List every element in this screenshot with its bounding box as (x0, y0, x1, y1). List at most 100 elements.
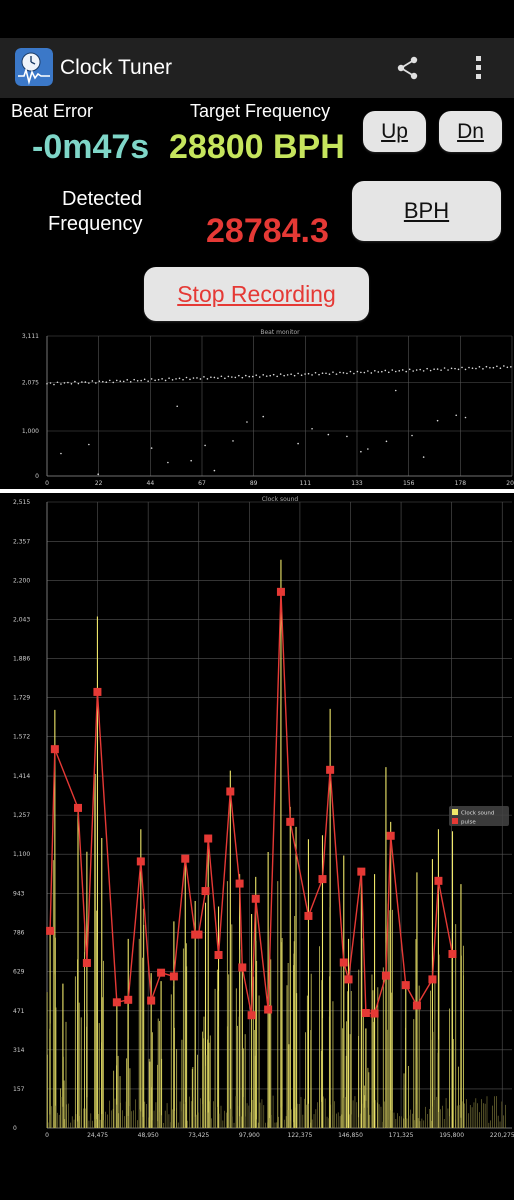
pulse-point (157, 968, 166, 977)
beat-monitor-chart: Beat monitor 0 1,000 2,075 3,111 0 22 44 67 89 1… (22, 329, 514, 487)
beat-point (492, 366, 495, 369)
beat-point (468, 366, 470, 369)
beat-point (447, 369, 449, 371)
y-tick-label: 1,257 (13, 812, 30, 819)
x-tick-label: 195,800 (439, 1132, 464, 1139)
detected-label-line2: Frequency (48, 213, 143, 235)
beat-point (74, 380, 76, 383)
beat-point (133, 378, 135, 381)
beat-point (157, 378, 160, 381)
beat-point (411, 434, 413, 437)
beat-point (367, 448, 369, 450)
beat-point (67, 381, 69, 384)
y-tick-label: 2,357 (13, 538, 30, 545)
pulse-point (50, 745, 59, 754)
beat-point (269, 374, 272, 377)
x-tick-label: 73,425 (188, 1132, 209, 1139)
beat-point (394, 370, 397, 373)
beat-point (262, 374, 265, 376)
beat-point (339, 371, 341, 374)
beat-point (422, 456, 425, 458)
beat-point (224, 377, 226, 380)
beat-point (496, 365, 498, 368)
y-tick-label: 1,729 (13, 695, 30, 702)
x-tick-label: 171,325 (389, 1132, 414, 1139)
beat-point (81, 381, 83, 383)
pulse-point (214, 951, 223, 960)
dn-button[interactable]: Dn (439, 111, 502, 152)
beat-point (60, 383, 62, 385)
legend-swatch-clock-sound (452, 809, 458, 815)
beat-point (213, 376, 216, 379)
y-tick-label: 1,100 (13, 851, 30, 858)
beat-point (286, 374, 289, 376)
beat-point (356, 370, 359, 373)
beat-point (279, 373, 282, 375)
y-tick-label: 2,200 (13, 577, 30, 584)
pulse-point (124, 995, 133, 1004)
y-tick-label: 314 (13, 1047, 25, 1054)
pulse-point (93, 687, 102, 696)
bph-button[interactable]: BPH (352, 181, 501, 241)
beat-point (115, 379, 118, 382)
pulse-point (251, 894, 260, 903)
beat-point (454, 367, 456, 370)
beat-point (363, 371, 366, 374)
beat-point (471, 367, 474, 369)
share-icon[interactable] (395, 55, 421, 81)
beat-point (258, 376, 261, 378)
beat-point (391, 369, 394, 371)
pulse-point (276, 587, 285, 596)
pulse-point (304, 911, 313, 920)
beat-point (95, 382, 97, 384)
pulse-point (46, 926, 55, 935)
beat-point (482, 368, 484, 370)
pulse-point (169, 972, 178, 981)
x-tick-label: 89 (250, 480, 258, 487)
beat-point (49, 382, 52, 384)
beat-point (283, 374, 285, 377)
clock-waveform-icon[interactable] (15, 48, 53, 86)
beat-point (370, 372, 373, 374)
beat-point (297, 442, 299, 445)
beat-point (436, 419, 439, 422)
detected-label-line1: Detected (62, 188, 143, 210)
beat-point (147, 380, 149, 382)
stop-recording-button[interactable]: Stop Recording (144, 267, 369, 321)
y-tick-label: 786 (13, 929, 25, 936)
pulse-point (194, 930, 203, 939)
beat-point (246, 421, 248, 423)
beat-point (422, 370, 425, 372)
beat-point (196, 377, 198, 379)
beat-point (455, 414, 458, 417)
beat-point (327, 433, 330, 436)
x-tick-label: 122,375 (288, 1132, 313, 1139)
y-tick-label: 2,075 (22, 380, 39, 387)
beat-point (385, 440, 388, 443)
pulse-point (428, 975, 437, 984)
y-tick-label: 1,572 (13, 734, 30, 741)
pulse-point (370, 1009, 379, 1018)
beat-point (210, 376, 212, 379)
x-tick-label: 0 (45, 480, 49, 487)
more-vert-icon[interactable] (466, 53, 492, 83)
target-frequency-label: Target Frequency (190, 101, 331, 121)
y-tick-label: 3,111 (22, 333, 39, 340)
beat-point (168, 377, 170, 379)
pulse-point (448, 950, 457, 959)
pulse-point (339, 958, 348, 967)
up-button[interactable]: Up (363, 111, 426, 152)
beat-point (265, 375, 268, 377)
beat-point (234, 376, 237, 379)
beat-point (241, 376, 244, 379)
pulse-point (201, 887, 210, 896)
y-tick-label: 2,043 (13, 616, 30, 623)
pulse-point (235, 879, 244, 888)
beat-point (293, 374, 296, 377)
beat-point (360, 371, 362, 374)
pulse-point (361, 1009, 370, 1018)
beat-point (311, 374, 313, 376)
x-tick-label: 133 (351, 480, 363, 487)
beat-point (429, 369, 432, 372)
x-tick-label: 220,275 (490, 1132, 514, 1139)
